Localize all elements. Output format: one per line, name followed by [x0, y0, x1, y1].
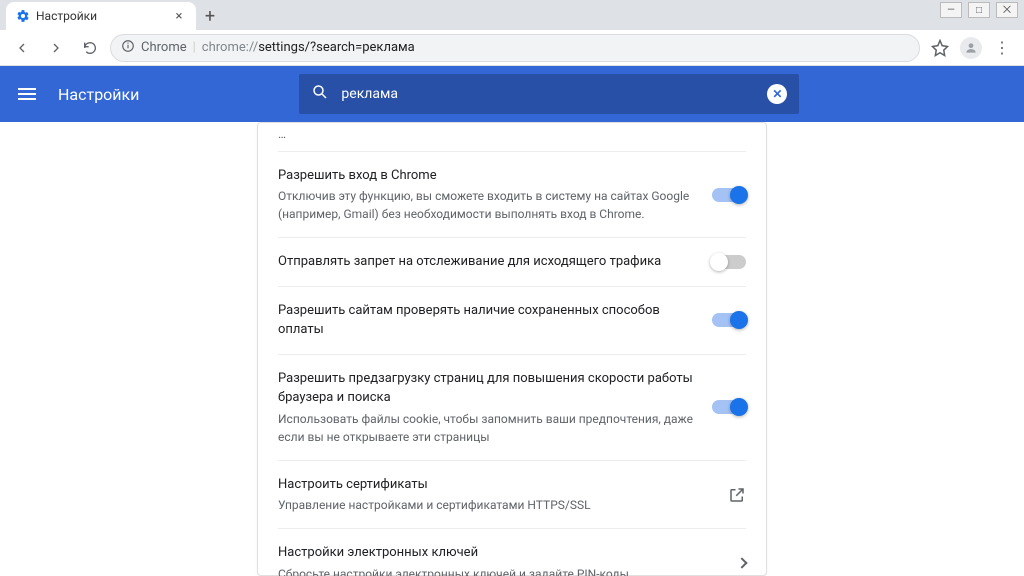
window-controls: — □ ⨉: [934, 0, 1024, 20]
chevron-right-icon: [736, 557, 747, 568]
hamburger-icon[interactable]: [18, 84, 38, 104]
row-desc: Сбросьте настройки электронных ключей и …: [278, 565, 726, 576]
settings-header: Настройки реклама ✕: [0, 66, 1024, 122]
row-desc: Отключив эту функцию, вы сможете входить…: [278, 187, 700, 223]
window-close-button[interactable]: ⨉: [996, 2, 1018, 18]
row-cutoff: …: [278, 123, 746, 152]
search-icon: [311, 83, 329, 105]
row-manage-certificates[interactable]: Настроить сертификаты Управление настрой…: [278, 461, 746, 530]
window-minimize-button[interactable]: —: [940, 2, 962, 18]
kebab-menu-icon[interactable]: ⋮: [988, 38, 1016, 57]
close-icon[interactable]: ×: [172, 9, 186, 23]
url-host: Chrome: [141, 40, 187, 55]
reload-button[interactable]: [76, 34, 104, 62]
settings-search[interactable]: реклама ✕: [299, 74, 799, 114]
browser-navbar: Chrome | chrome://settings/?search=рекла…: [0, 30, 1024, 66]
row-title: Разрешить предзагрузку страниц для повыш…: [278, 369, 700, 408]
cutoff-text: …: [278, 125, 746, 143]
gear-icon: [16, 9, 30, 23]
row-title: Настроить сертификаты: [278, 475, 716, 495]
row-title: Разрешить вход в Chrome: [278, 166, 700, 186]
toggle-switch[interactable]: [712, 255, 746, 269]
page-title: Настройки: [58, 85, 139, 104]
row-payment-methods-check[interactable]: Разрешить сайтам проверять наличие сохра…: [278, 287, 746, 355]
row-do-not-track[interactable]: Отправлять запрет на отслеживание для ис…: [278, 238, 746, 287]
toggle-switch[interactable]: [712, 400, 746, 414]
row-title: Отправлять запрет на отслеживание для ис…: [278, 252, 700, 272]
new-tab-button[interactable]: +: [196, 2, 224, 30]
row-desc: Управление настройками и сертификатами H…: [278, 496, 716, 514]
row-title: Разрешить сайтам проверять наличие сохра…: [278, 301, 700, 340]
address-bar[interactable]: Chrome | chrome://settings/?search=рекла…: [110, 34, 920, 62]
bookmark-star-icon[interactable]: [926, 39, 954, 57]
search-input[interactable]: реклама: [341, 86, 755, 102]
profile-avatar[interactable]: [960, 37, 982, 59]
toggle-switch[interactable]: [712, 313, 746, 327]
back-button[interactable]: [8, 34, 36, 62]
tab-settings[interactable]: Настройки ×: [6, 2, 196, 30]
forward-button[interactable]: [42, 34, 70, 62]
toggle-switch[interactable]: [712, 188, 746, 202]
row-preload-pages[interactable]: Разрешить предзагрузку страниц для повыш…: [278, 355, 746, 461]
row-security-keys[interactable]: Настройки электронных ключей Сбросьте на…: [278, 529, 746, 576]
tab-title: Настройки: [36, 9, 166, 23]
window-maximize-button[interactable]: □: [968, 2, 990, 18]
clear-search-icon[interactable]: ✕: [767, 84, 787, 104]
settings-card: … Разрешить вход в Chrome Отключив эту ф…: [257, 122, 767, 576]
url-text: chrome://settings/?search=реклама: [202, 40, 415, 55]
row-title: Настройки электронных ключей: [278, 543, 726, 563]
settings-content: … Разрешить вход в Chrome Отключив эту ф…: [0, 122, 1024, 576]
tab-strip: Настройки × +: [0, 0, 1024, 30]
row-desc: Использовать файлы cookie, чтобы запомни…: [278, 410, 700, 446]
external-link-icon: [728, 486, 746, 504]
site-info-icon[interactable]: [121, 39, 135, 57]
row-allow-chrome-sign-in[interactable]: Разрешить вход в Chrome Отключив эту фун…: [278, 152, 746, 239]
